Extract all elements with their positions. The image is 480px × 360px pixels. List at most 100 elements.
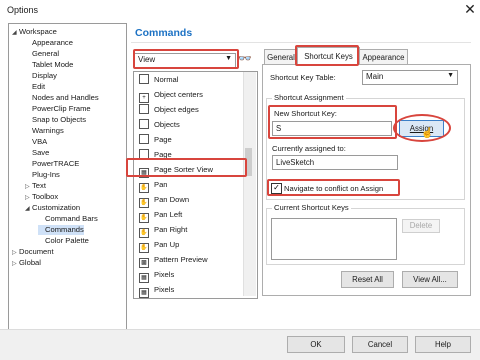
tree-item-label: Nodes and Handles [32,93,99,102]
tree-item[interactable]: Commands [38,225,84,235]
reset-all-button[interactable]: Reset All [341,271,394,288]
pan-icon: ✋ [139,183,149,193]
delete-button[interactable]: Delete [402,219,440,233]
tree-item-label: Text [32,181,46,190]
command-item-label: Pan [154,180,168,189]
command-item-label: Pan Down [154,195,190,204]
tree-item[interactable]: PowerTRACE [25,159,79,169]
expand-toggle-icon[interactable]: ◢ [25,204,32,214]
command-item[interactable]: ▦ Page Sorter View [137,163,241,178]
tree-item-label: Global [19,258,41,267]
tree-item[interactable]: ▷ Global [12,258,41,269]
tree-item-label: Save [32,148,50,157]
chevron-down-icon: ▼ [225,55,232,62]
command-item[interactable]: + Object centers [137,88,241,103]
page-sorter-icon: ▦ [139,168,149,178]
command-item[interactable]: ✋ Pan [137,178,241,193]
tree-item[interactable]: Snap to Objects [25,115,86,125]
command-item-label: Pan Right [154,225,188,234]
command-item[interactable]: ✋ Pan Left [137,208,241,223]
title-bar [0,0,480,20]
tree-item[interactable]: ◢ Customization [25,203,80,214]
tree-item[interactable]: General [25,49,59,59]
tree-item[interactable]: Color Palette [38,236,89,246]
tree-item[interactable]: Warnings [25,126,64,136]
tree-item-label: Plug-Ins [32,170,60,179]
currently-assigned-label: Currently assigned to: [272,144,346,153]
tree-item[interactable]: Save [25,148,49,158]
normal-view-icon [139,74,149,84]
tree-item[interactable]: Tablet Mode [25,60,73,70]
chevron-down-icon: ▼ [447,72,454,79]
command-item-label: Page [154,150,172,159]
tree-item[interactable]: ▷ Text [25,181,46,192]
tree-item[interactable]: ▷ Toolbox [25,192,58,203]
navigate-conflict-checkbox[interactable]: ✓ [271,183,282,194]
tab-shortcut-keys[interactable]: Shortcut Keys [297,47,360,65]
cancel-button[interactable]: Cancel [352,336,408,353]
dialog-footer [0,329,480,360]
tab-general[interactable]: General [264,49,298,65]
command-item-label: Pan Up [154,240,180,249]
category-dropdown[interactable]: View ▼ [134,53,236,68]
tree-item[interactable]: ▷ Document [12,247,54,258]
object-edges-icon [139,104,149,114]
tree-item[interactable]: Command Bars [38,214,98,224]
tree-item[interactable]: VBA [25,137,47,147]
command-item-label: Objects [154,120,180,129]
tree-item-label: Toolbox [32,192,59,201]
command-list[interactable]: Normal + Object centers Object edges Objects… [133,71,258,299]
options-tree[interactable]: ◢ Workspace Appearance General Tablet Mode Di… [8,23,127,330]
command-item[interactable]: Page [137,148,241,162]
object-centers-icon: + [139,93,149,103]
tree-item-label: Customization [32,203,81,212]
binoculars-icon[interactable]: 👓 [238,52,252,65]
expand-toggle-icon[interactable]: ▷ [25,182,32,192]
pixels-icon: ▦ [139,288,149,298]
shortcut-table-label: Shortcut Key Table: [270,73,336,82]
command-item[interactable]: ▦ Pixels [137,268,241,283]
close-icon[interactable]: ✕ [462,1,478,17]
tree-item-label: Edit [32,82,46,91]
expand-toggle-icon[interactable]: ▷ [25,193,32,203]
command-item[interactable]: ✋ Pan Right [137,223,241,238]
tab-appearance[interactable]: Appearance [359,49,408,65]
command-item[interactable]: Objects [137,118,241,132]
command-item[interactable]: ▩ Pattern Preview [137,253,241,268]
tree-item[interactable]: Appearance [25,38,73,48]
expand-toggle-icon[interactable]: ▷ [12,248,19,258]
tree-item[interactable]: PowerClip Frame [25,104,91,114]
page-title: Commands [135,27,193,39]
tree-item[interactable]: ◢ Workspace [12,27,57,38]
tree-item-label: PowerClip Frame [32,104,91,113]
tree-item-label: Command Bars [45,214,98,223]
command-item[interactable]: Object edges [137,103,241,117]
help-button[interactable]: Help [415,336,471,353]
ok-button[interactable]: OK [287,336,345,353]
command-item[interactable]: Normal [137,73,241,87]
expand-toggle-icon[interactable]: ◢ [12,28,19,38]
expand-toggle-icon[interactable]: ▷ [12,259,19,269]
shortcut-table-dropdown[interactable]: Main ▼ [362,70,458,85]
cursor-icon: ☝ [421,128,434,139]
command-item[interactable]: Page [137,133,241,147]
command-item-label: Object centers [154,90,203,99]
command-item[interactable]: ✋ Pan Up [137,238,241,253]
tree-item[interactable]: Nodes and Handles [25,93,99,103]
tree-item-label: VBA [32,137,48,146]
command-item-label: Pixels [154,270,175,279]
scrollbar-thumb[interactable] [245,148,252,176]
view-all-button[interactable]: View All... [402,271,458,288]
current-keys-list[interactable] [271,218,397,260]
tree-item[interactable]: Display [25,71,57,81]
command-item[interactable]: ✋ Pan Down [137,193,241,208]
new-key-input[interactable]: S [272,121,392,136]
tree-item[interactable]: Plug-Ins [25,170,60,180]
command-list-scrollbar[interactable] [243,72,256,296]
tree-item-label: Workspace [19,27,57,36]
tree-item[interactable]: Edit [25,82,45,92]
pixels-icon: ▦ [139,273,149,283]
command-item-label: Normal [154,75,179,84]
page-icon [139,134,149,144]
command-item[interactable]: ▦ Pixels [137,283,241,298]
